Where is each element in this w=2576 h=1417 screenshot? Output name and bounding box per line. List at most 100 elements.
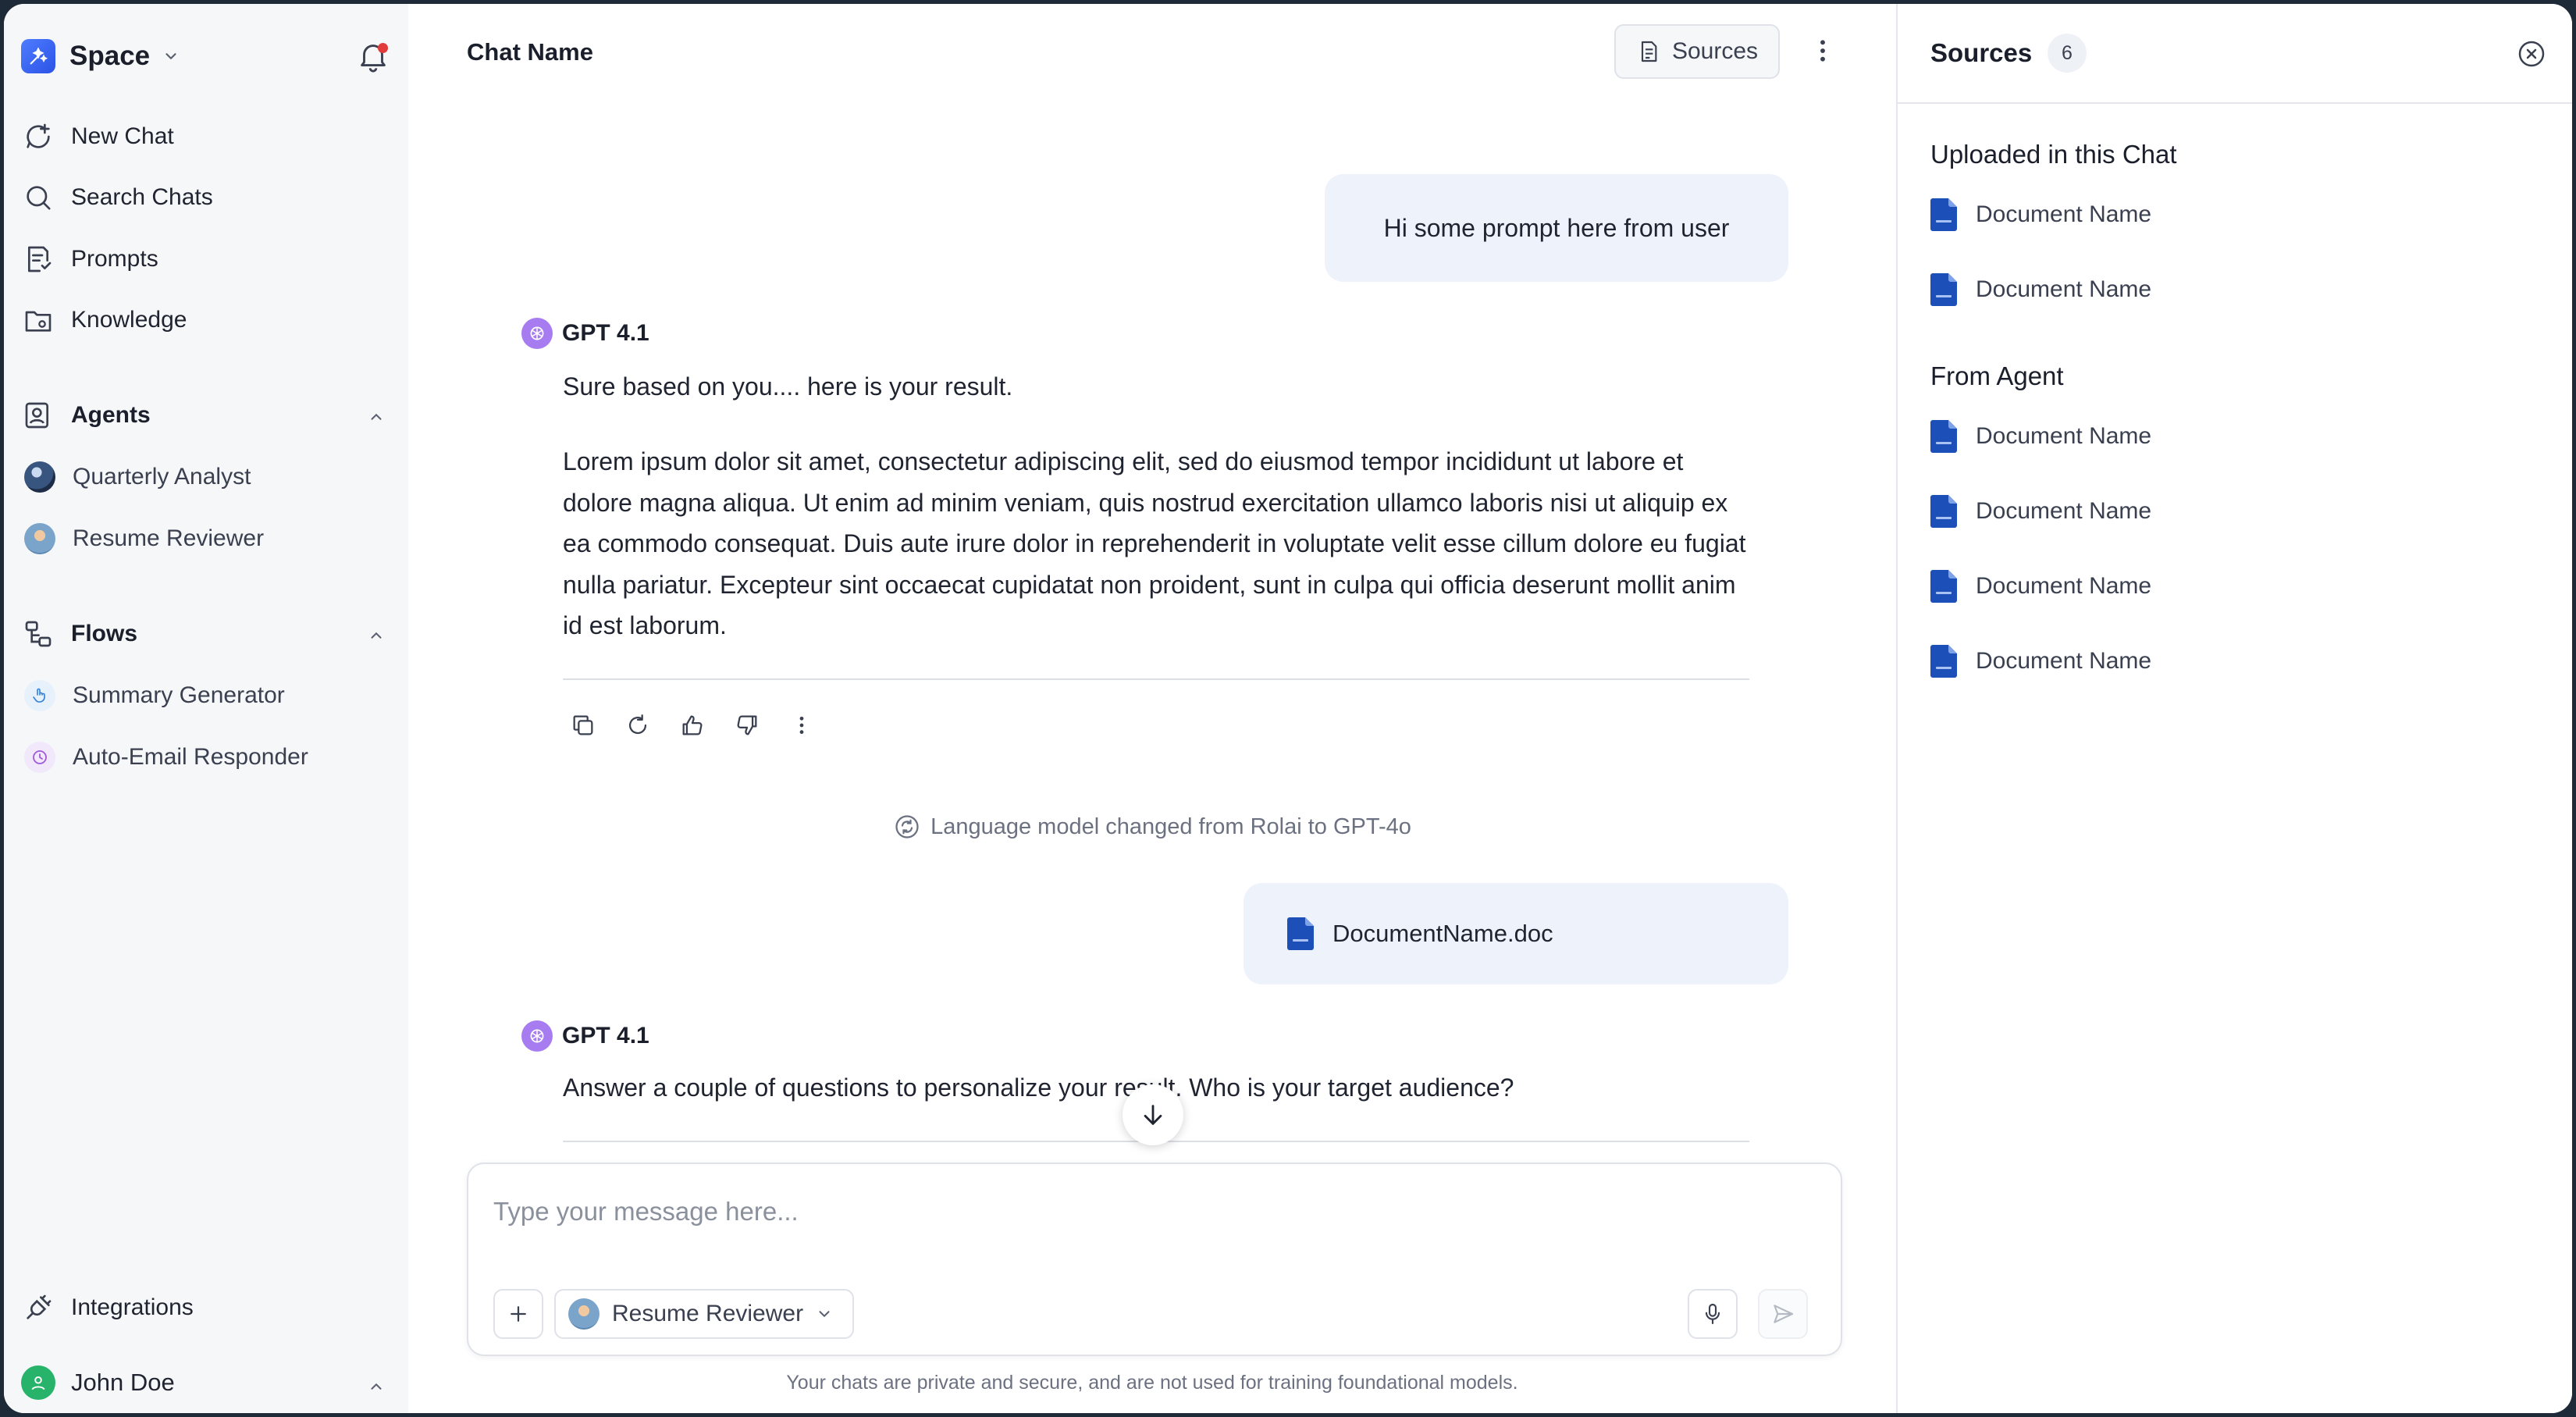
sources-panel: Sources 6 Uploaded in this Chat Document… [1896, 4, 2572, 1413]
doc-file-icon [1930, 570, 1957, 603]
regenerate-icon[interactable] [621, 708, 655, 742]
attached-file-name: DocumentName.doc [1332, 920, 1553, 947]
nav-new-chat[interactable]: New Chat [21, 113, 391, 160]
doc-file-icon [1930, 420, 1957, 453]
source-document-name: Document Name [1976, 423, 2152, 449]
model-switch-icon [893, 813, 921, 841]
sources-icon [1636, 39, 1661, 64]
message-actions [566, 708, 839, 742]
source-document-name: Document Name [1976, 648, 2152, 674]
sources-button-label: Sources [1671, 38, 1759, 64]
nav-knowledge[interactable]: Knowledge [21, 297, 391, 344]
chevron-down-icon [162, 48, 180, 65]
nav-prompts-label: Prompts [71, 246, 158, 272]
from-agent-group-title: From Agent [1930, 361, 2064, 390]
close-icon [2518, 41, 2545, 67]
doc-file-icon [1930, 645, 1957, 678]
pointer-icon [24, 680, 55, 711]
agent-avatar [24, 523, 55, 554]
privacy-disclaimer: Your chats are private and secure, and a… [786, 1372, 1518, 1394]
flows-section-toggle[interactable]: Flows [21, 611, 391, 657]
source-document-name: Document Name [1976, 201, 2152, 227]
source-document-item[interactable]: Document Name [1930, 195, 2151, 234]
bot-message-header: GPT 4.1 [521, 316, 649, 351]
message-divider [563, 678, 1749, 680]
bot-model-name: GPT 4.1 [562, 1023, 649, 1049]
doc-file-icon [1930, 273, 1957, 306]
flow-item-label: Auto-Email Responder [73, 744, 308, 770]
nav-search-chats-label: Search Chats [71, 184, 213, 210]
nav-prompts[interactable]: Prompts [21, 236, 391, 283]
bot-message-intro: Sure based on you.... here is your resul… [563, 372, 1013, 401]
nav-integrations-label: Integrations [71, 1294, 194, 1320]
agent-avatar [24, 461, 55, 493]
agent-item-quarterly-analyst[interactable]: Quarterly Analyst [24, 454, 391, 500]
doc-file-icon [1930, 198, 1957, 231]
nav-knowledge-label: Knowledge [71, 307, 187, 333]
nav-integrations[interactable]: Integrations [21, 1284, 391, 1331]
flow-item-summary-generator[interactable]: Summary Generator [24, 672, 391, 719]
more-vertical-icon[interactable] [785, 708, 819, 742]
flows-section-title: Flows [71, 621, 138, 646]
model-change-notice: Language model changed from Rolai to GPT… [408, 813, 1896, 841]
agent-item-resume-reviewer[interactable]: Resume Reviewer [24, 515, 391, 562]
flows-icon [21, 617, 55, 651]
source-document-name: Document Name [1976, 573, 2152, 599]
more-options-button[interactable] [1806, 34, 1840, 68]
plug-icon [21, 1291, 55, 1325]
prompts-icon [21, 242, 55, 276]
flow-item-auto-email-responder[interactable]: Auto-Email Responder [24, 734, 391, 781]
source-document-item[interactable]: Document Name [1930, 270, 2151, 309]
bot-model-name: GPT 4.1 [562, 320, 649, 346]
chat-title: Chat Name [467, 38, 593, 66]
message-composer: Resume Reviewer [467, 1162, 1842, 1356]
copy-icon[interactable] [566, 708, 600, 742]
bot-message-body: Lorem ipsum dolor sit amet, consectetur … [563, 447, 1746, 639]
agent-selector[interactable]: Resume Reviewer [554, 1289, 854, 1339]
message-input[interactable] [493, 1197, 1805, 1227]
chevron-up-icon [368, 405, 385, 432]
add-attachment-button[interactable] [493, 1289, 543, 1339]
thumbs-up-icon[interactable] [675, 708, 710, 742]
uploaded-group-title: Uploaded in this Chat [1930, 140, 2177, 169]
arrow-down-icon [1144, 1105, 1162, 1125]
bot-message-header: GPT 4.1 [521, 1019, 649, 1053]
notifications-button[interactable] [355, 38, 391, 74]
space-name: Space [69, 41, 151, 71]
thumbs-down-icon[interactable] [730, 708, 764, 742]
space-switcher[interactable]: Space [21, 35, 391, 77]
gpt-logo-icon [521, 318, 553, 349]
sources-button[interactable]: Sources [1614, 24, 1780, 79]
scroll-to-bottom-button[interactable] [1123, 1084, 1183, 1145]
user-message: Hi some prompt here from user [1325, 174, 1788, 282]
send-button[interactable] [1758, 1289, 1808, 1339]
attached-file-message[interactable]: DocumentName.doc [1244, 883, 1788, 984]
agent-item-label: Resume Reviewer [73, 525, 265, 551]
close-panel-button[interactable] [2514, 37, 2549, 71]
agent-item-label: Quarterly Analyst [73, 464, 251, 490]
source-document-item[interactable]: Document Name [1930, 417, 2151, 456]
gpt-logo-icon [521, 1020, 553, 1052]
agents-section-toggle[interactable]: Agents [21, 393, 391, 438]
chevron-up-icon [368, 1373, 385, 1401]
source-document-item[interactable]: Document Name [1930, 492, 2151, 531]
source-document-name: Document Name [1976, 498, 2152, 524]
agents-section-title: Agents [71, 402, 151, 428]
search-icon [21, 180, 55, 215]
chevron-up-icon [368, 624, 385, 650]
agents-icon [21, 398, 55, 433]
space-logo-icon [21, 39, 55, 73]
user-menu[interactable]: John Doe [21, 1362, 391, 1403]
sources-count-badge: 6 [2048, 34, 2087, 73]
plus-icon [511, 1306, 526, 1322]
source-document-item[interactable]: Document Name [1930, 642, 2151, 681]
flow-item-label: Summary Generator [73, 682, 285, 708]
model-change-text: Language model changed from Rolai to GPT… [930, 814, 1411, 839]
voice-input-button[interactable] [1688, 1289, 1738, 1339]
new-chat-icon [21, 119, 55, 154]
chevron-down-icon [816, 1305, 833, 1323]
source-document-item[interactable]: Document Name [1930, 567, 2151, 606]
agent-selector-label: Resume Reviewer [612, 1301, 804, 1326]
notification-dot [378, 43, 388, 53]
nav-search-chats[interactable]: Search Chats [21, 174, 391, 221]
